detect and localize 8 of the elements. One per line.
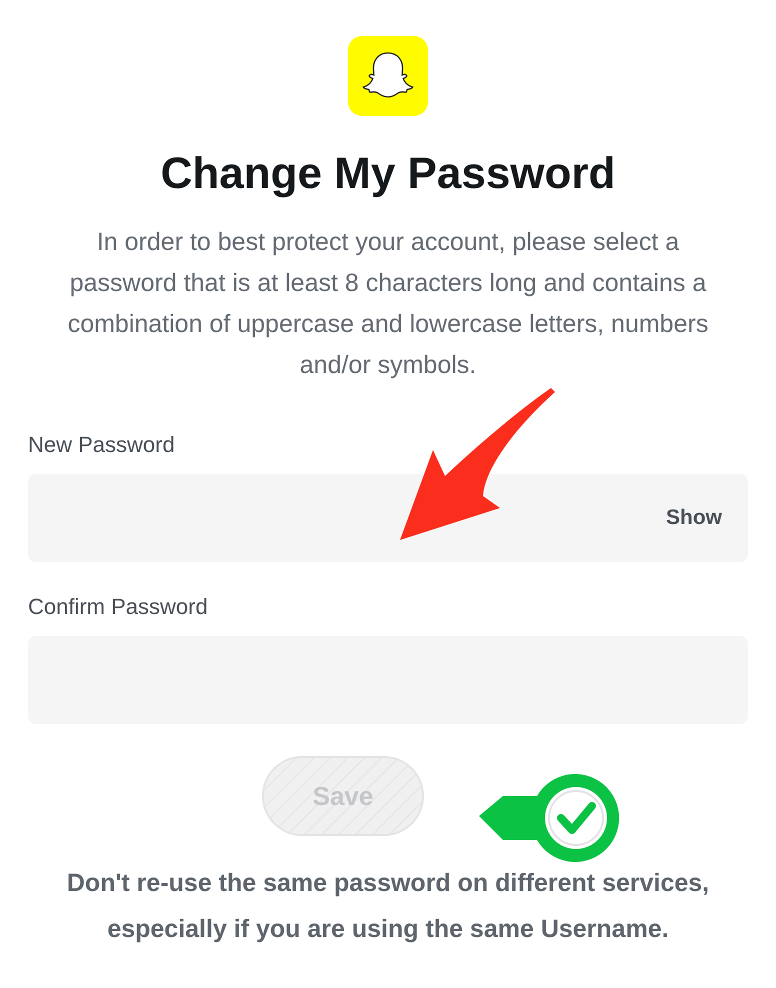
description-text: In order to best protect your account, please select a password that is at least 8 characters long and contains a combination of uppercase and lowercase letters, numbers and/or symbols.: [66, 227, 710, 381]
field-label: Confirm Password: [28, 593, 209, 621]
field-label: New Password: [28, 431, 176, 459]
password-reuse-note: Don't re-use the same password on different services, especially if you are using the same Username.: [66, 868, 710, 945]
ghost-logo-icon: [348, 36, 428, 116]
show-password-toggle[interactable]: Show: [666, 502, 722, 534]
page-title: Change My Password: [160, 148, 616, 200]
password-field[interactable]: Show: [28, 474, 748, 562]
